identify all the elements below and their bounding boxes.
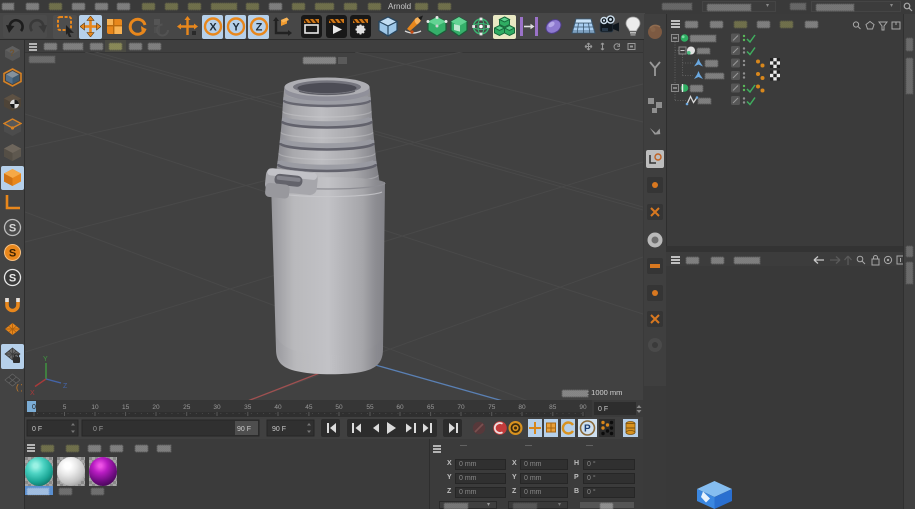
svg-text:55: 55 bbox=[366, 404, 374, 411]
svg-text:45: 45 bbox=[305, 404, 313, 411]
svg-text:90 F: 90 F bbox=[237, 426, 251, 433]
svg-text:40: 40 bbox=[274, 404, 282, 411]
svg-text:60: 60 bbox=[396, 404, 404, 411]
svg-text:90 F: 90 F bbox=[272, 426, 286, 433]
svg-text:65: 65 bbox=[427, 404, 435, 411]
svg-text:20: 20 bbox=[152, 404, 160, 411]
svg-text:35: 35 bbox=[244, 404, 252, 411]
svg-text:10: 10 bbox=[91, 404, 99, 411]
svg-text:Z: Z bbox=[256, 22, 263, 34]
svg-text:0 F: 0 F bbox=[93, 426, 103, 433]
svg-text:0 F: 0 F bbox=[598, 406, 608, 413]
svg-text:Y: Y bbox=[232, 22, 240, 34]
svg-text:S: S bbox=[9, 248, 16, 260]
svg-text:?: ? bbox=[9, 48, 15, 58]
svg-text:30: 30 bbox=[213, 404, 221, 411]
svg-text:X: X bbox=[209, 22, 217, 34]
svg-text:90: 90 bbox=[579, 404, 587, 411]
svg-text:80: 80 bbox=[518, 404, 526, 411]
svg-text:0 F: 0 F bbox=[32, 426, 42, 433]
svg-text:0: 0 bbox=[32, 404, 36, 411]
svg-text:15: 15 bbox=[122, 404, 130, 411]
svg-text:P: P bbox=[584, 424, 591, 435]
svg-text:X: X bbox=[30, 390, 35, 397]
svg-text:S: S bbox=[9, 273, 16, 285]
svg-text:5: 5 bbox=[63, 404, 67, 411]
svg-text:50: 50 bbox=[335, 404, 343, 411]
svg-text:85: 85 bbox=[549, 404, 557, 411]
svg-text:( ): ( ) bbox=[16, 383, 22, 392]
svg-text:70: 70 bbox=[457, 404, 465, 411]
svg-text:25: 25 bbox=[183, 404, 191, 411]
svg-text:75: 75 bbox=[488, 404, 496, 411]
svg-text:Z: Z bbox=[63, 383, 68, 390]
svg-text:S: S bbox=[9, 223, 16, 235]
svg-text:Y: Y bbox=[43, 356, 48, 363]
